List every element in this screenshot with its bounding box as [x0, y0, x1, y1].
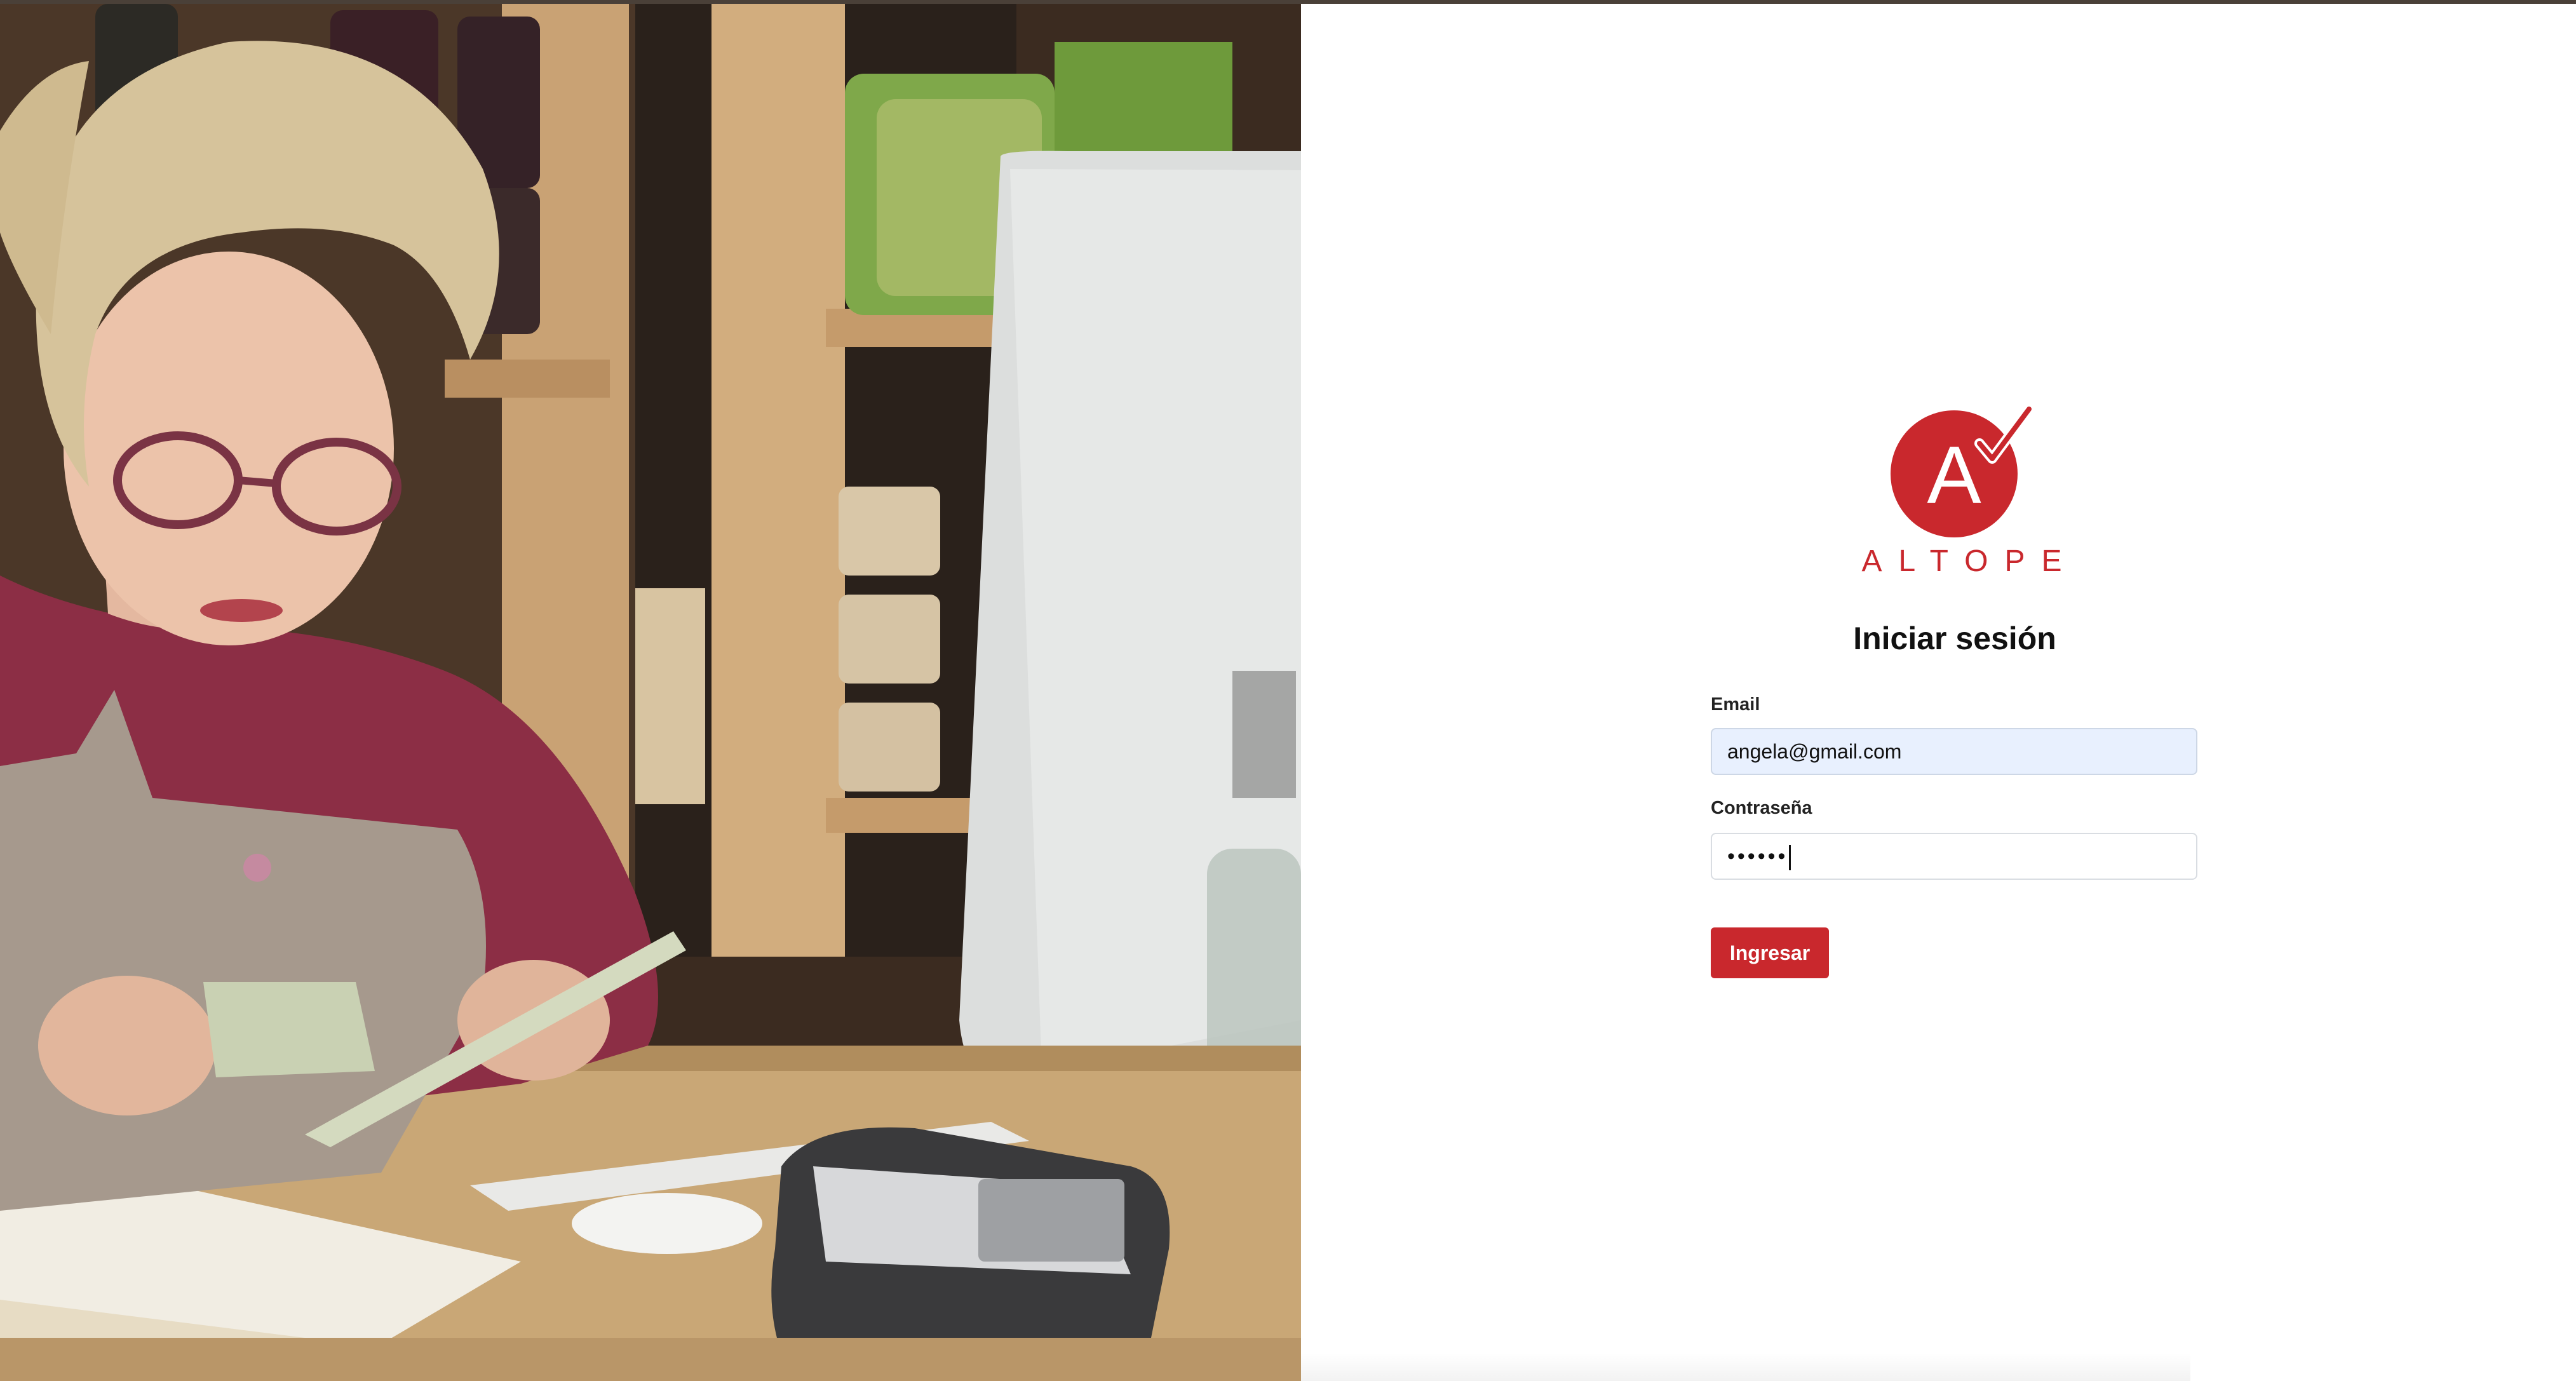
login-panel: [1301, 4, 2576, 1381]
email-label: Email: [1711, 694, 1760, 715]
password-value: ••••••: [1727, 844, 1788, 868]
email-value: angela@gmail.com: [1727, 740, 1902, 763]
password-label: Contraseña: [1711, 798, 1812, 818]
brand-name: ALTOPE: [1861, 544, 2079, 578]
text-caret: [1789, 845, 1791, 871]
logo-letter: A: [1927, 430, 1981, 521]
email-field[interactable]: angela@gmail.com: [1711, 728, 2197, 775]
page-title: Iniciar sesión: [1853, 621, 2056, 656]
bottom-shadow: [1301, 1353, 2190, 1381]
submit-button[interactable]: Ingresar: [1711, 927, 1829, 978]
password-field[interactable]: ••••••: [1711, 833, 2197, 880]
hero-photo: [0, 4, 1301, 1381]
